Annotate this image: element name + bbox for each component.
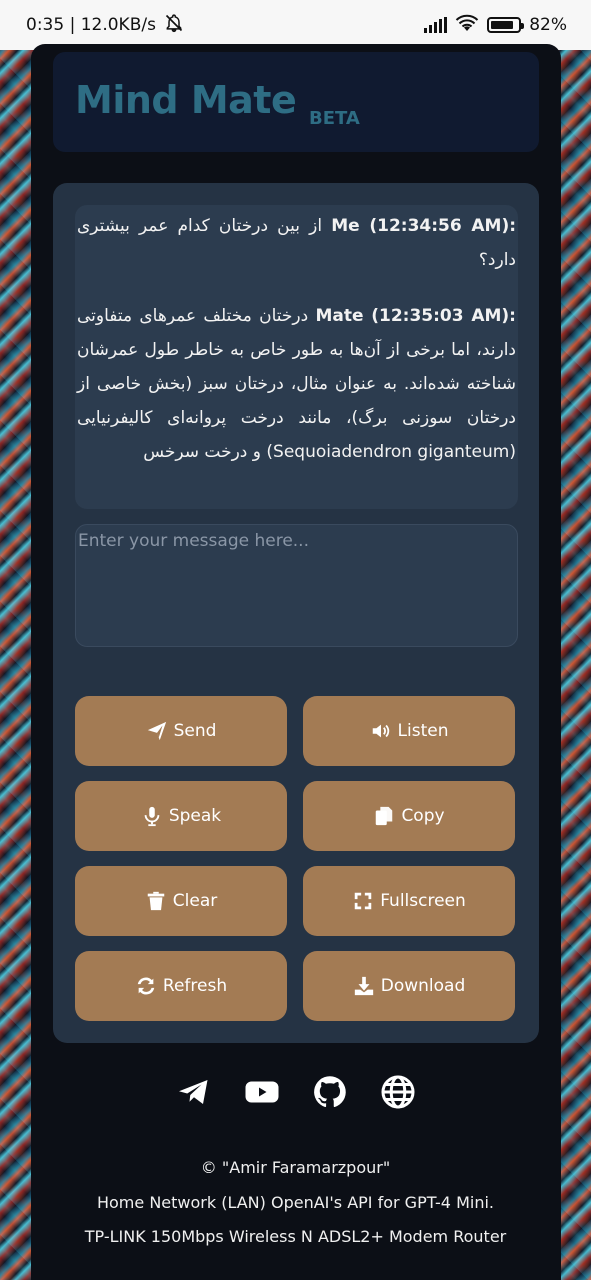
status-bar: 0:35 | 12.0KB/s 82% — [0, 0, 591, 50]
message-sender: Me (12:34:56 AM): — [331, 216, 517, 236]
speak-button[interactable]: Speak — [75, 781, 287, 851]
footer-copyright: © "Amir Faramarzpour" — [200, 1158, 391, 1177]
app-header: Mind Mate BETA — [53, 52, 539, 152]
message-text: درختان مختلف عمرهای متفاوتی دارند، اما ب… — [77, 306, 516, 462]
listen-button[interactable]: Listen — [303, 696, 515, 766]
fullscreen-button[interactable]: Fullscreen — [303, 866, 515, 936]
telegram-icon[interactable] — [174, 1072, 214, 1112]
speak-label: Speak — [168, 806, 222, 826]
message-input[interactable] — [75, 524, 518, 647]
chat-message: Me (12:34:56 AM): از بین درختان کدام عمر… — [77, 209, 516, 277]
refresh-label: Refresh — [162, 976, 228, 996]
message-sender: Mate (12:35:03 AM): — [315, 306, 516, 326]
expand-icon — [354, 892, 372, 910]
footer-line-network: Home Network (LAN) OpenAI's API for GPT-… — [96, 1193, 494, 1212]
battery-percent: 82% — [529, 15, 567, 35]
chat-message: Mate (12:35:03 AM): درختان مختلف عمرهای … — [77, 299, 516, 469]
cell-signal-icon — [424, 17, 448, 33]
paper-plane-icon — [147, 721, 166, 741]
trash-icon — [147, 891, 165, 911]
beta-badge: BETA — [309, 108, 360, 129]
copy-button[interactable]: Copy — [303, 781, 515, 851]
brand-title: Mind Mate — [75, 78, 297, 122]
download-button[interactable]: Download — [303, 951, 515, 1021]
send-label: Send — [173, 721, 217, 741]
download-label: Download — [380, 976, 466, 996]
send-button[interactable]: Send — [75, 696, 287, 766]
download-icon — [354, 976, 373, 996]
status-time-speed: 0:35 | 12.0KB/s — [26, 15, 156, 35]
youtube-icon[interactable] — [242, 1072, 282, 1112]
clear-button[interactable]: Clear — [75, 866, 287, 936]
footer-line-router: TP-LINK 150Mbps Wireless N ADSL2+ Modem … — [84, 1227, 507, 1246]
chat-log[interactable]: Me (12:34:56 AM): از بین درختان کدام عمر… — [75, 205, 518, 509]
copy-icon — [376, 806, 393, 826]
volume-icon — [372, 724, 389, 738]
microphone-icon — [144, 806, 160, 827]
refresh-button[interactable]: Refresh — [75, 951, 287, 1021]
battery-icon — [487, 17, 525, 33]
notifications-off-icon — [164, 13, 184, 38]
social-links — [0, 1072, 591, 1114]
globe-icon[interactable] — [378, 1072, 418, 1112]
refresh-icon — [137, 977, 155, 995]
listen-label: Listen — [397, 721, 449, 741]
copy-label: Copy — [401, 806, 445, 826]
github-icon[interactable] — [310, 1072, 350, 1112]
fullscreen-label: Fullscreen — [380, 891, 466, 911]
wifi-icon — [455, 14, 479, 37]
clear-label: Clear — [172, 891, 218, 911]
chat-panel: Me (12:34:56 AM): از بین درختان کدام عمر… — [53, 183, 539, 1043]
